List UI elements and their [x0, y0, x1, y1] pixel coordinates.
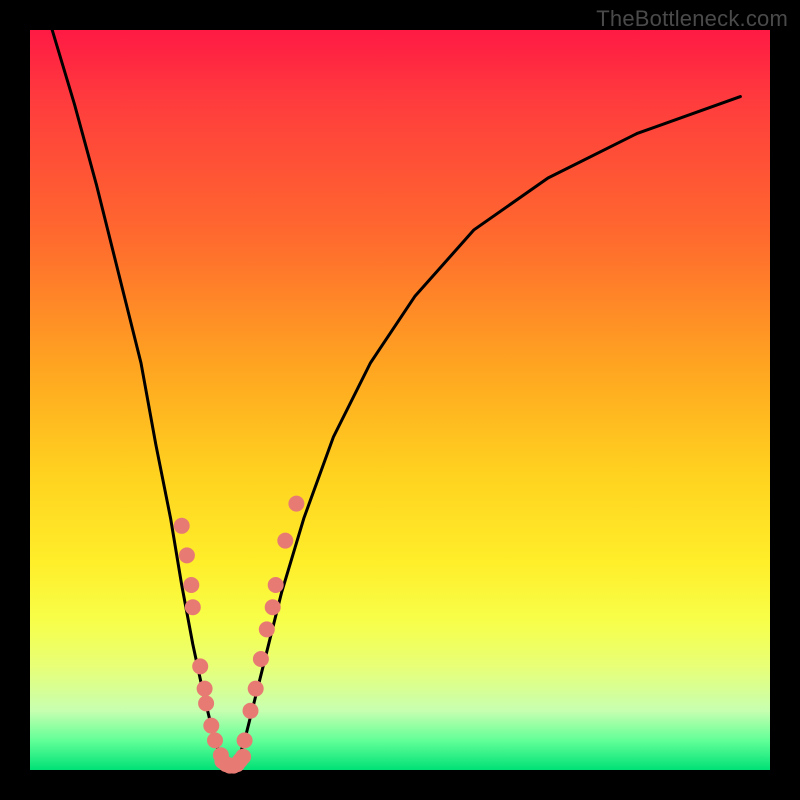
sample-dot: [235, 749, 251, 765]
sample-dot: [185, 599, 201, 615]
sample-dot: [174, 518, 190, 534]
sample-dot: [198, 695, 214, 711]
sample-dot: [183, 577, 199, 593]
sample-dots: [174, 496, 305, 774]
sample-dot: [265, 599, 281, 615]
sample-dot: [192, 658, 208, 674]
sample-dot: [243, 703, 259, 719]
sample-dot: [277, 533, 293, 549]
sample-dot: [197, 681, 213, 697]
sample-dot: [179, 547, 195, 563]
sample-dot: [203, 718, 219, 734]
sample-dot: [259, 621, 275, 637]
watermark-text: TheBottleneck.com: [596, 6, 788, 32]
sample-dot: [288, 496, 304, 512]
chart-frame: TheBottleneck.com: [0, 0, 800, 800]
sample-dot: [268, 577, 284, 593]
sample-dot: [248, 681, 264, 697]
sample-dot: [253, 651, 269, 667]
bottleneck-curve: [52, 30, 740, 770]
sample-dot: [237, 732, 253, 748]
plot-area: [30, 30, 770, 770]
curve-svg: [30, 30, 770, 770]
sample-dot: [207, 732, 223, 748]
